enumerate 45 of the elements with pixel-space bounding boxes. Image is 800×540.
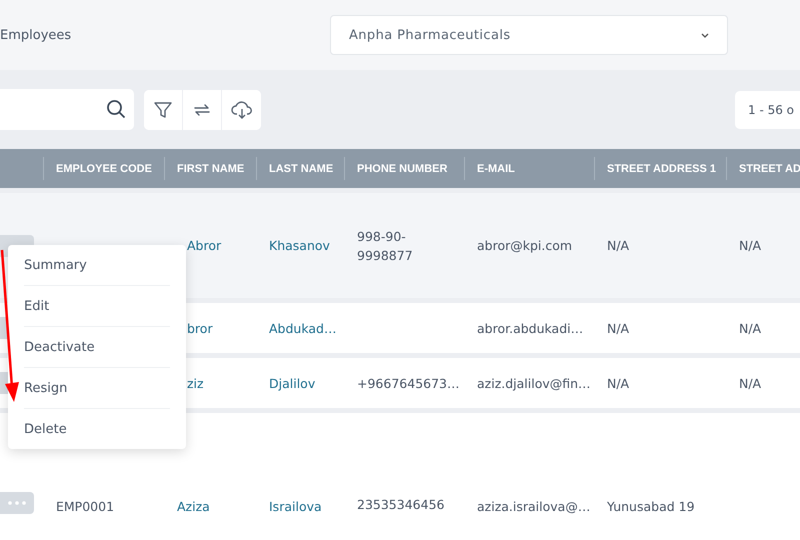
column-header: STREET AD: [739, 162, 800, 174]
chevron-down-icon: [701, 32, 709, 38]
table-cell: abror@kpi.com: [477, 238, 572, 253]
column-header: E-MAIL: [477, 162, 515, 174]
more-dots-icon: [8, 501, 26, 505]
name-link[interactable]: Israilova: [269, 499, 322, 514]
table-cell: N/A: [739, 376, 762, 390]
name-link[interactable]: Djalilov: [269, 376, 316, 390]
table-cell: EMP0001: [56, 499, 114, 514]
table-cell: aziz.djalilov@fin…: [477, 376, 591, 390]
name-link[interactable]: bror: [187, 320, 213, 336]
table-cell: N/A: [607, 376, 630, 390]
name-link[interactable]: Abdukad…: [269, 320, 336, 336]
table-cell: Yunusabad 19: [607, 499, 695, 514]
filter-button[interactable]: [144, 90, 183, 130]
name-link[interactable]: Khasanov: [269, 238, 330, 253]
table-cell: N/A: [607, 320, 630, 336]
table-cell-text: +9667645673…: [357, 374, 460, 392]
column-header: LAST NAME: [269, 162, 334, 174]
column-header: PHONE NUMBER: [357, 162, 448, 174]
column-header: FIRST NAME: [177, 162, 244, 174]
column-header: EMPLOYEE CODE: [56, 162, 152, 174]
search-field[interactable]: [0, 88, 134, 130]
table-cell-text: 998-90-9998877: [357, 228, 414, 264]
menu-item[interactable]: Resign: [24, 368, 170, 409]
table-cell: N/A: [739, 238, 762, 253]
name-link[interactable]: Aziza: [177, 499, 210, 514]
table-cell: abror.abdukadi…: [477, 320, 584, 336]
cloud-download-icon: [230, 100, 252, 120]
table-cell-text: 23535346456: [357, 496, 444, 514]
menu-item[interactable]: Delete: [24, 409, 170, 449]
menu-item[interactable]: Edit: [24, 286, 170, 327]
menu-item[interactable]: Deactivate: [24, 327, 170, 368]
pagination-range: 1 - 56 o: [735, 90, 800, 128]
page-title: Employees: [0, 28, 72, 42]
name-link[interactable]: ziz: [187, 376, 204, 390]
company-select[interactable]: Anpha Pharmaceuticals: [330, 15, 728, 55]
menu-item[interactable]: Summary: [24, 245, 170, 286]
column-header: STREET ADDRESS 1: [607, 162, 716, 174]
filter-icon: [153, 100, 173, 120]
name-link[interactable]: Abror: [187, 238, 222, 253]
table-cell: aziza.israilova@…: [477, 499, 590, 514]
search-icon: [106, 99, 126, 119]
table-cell: N/A: [739, 320, 762, 336]
table-cell: N/A: [607, 238, 630, 253]
